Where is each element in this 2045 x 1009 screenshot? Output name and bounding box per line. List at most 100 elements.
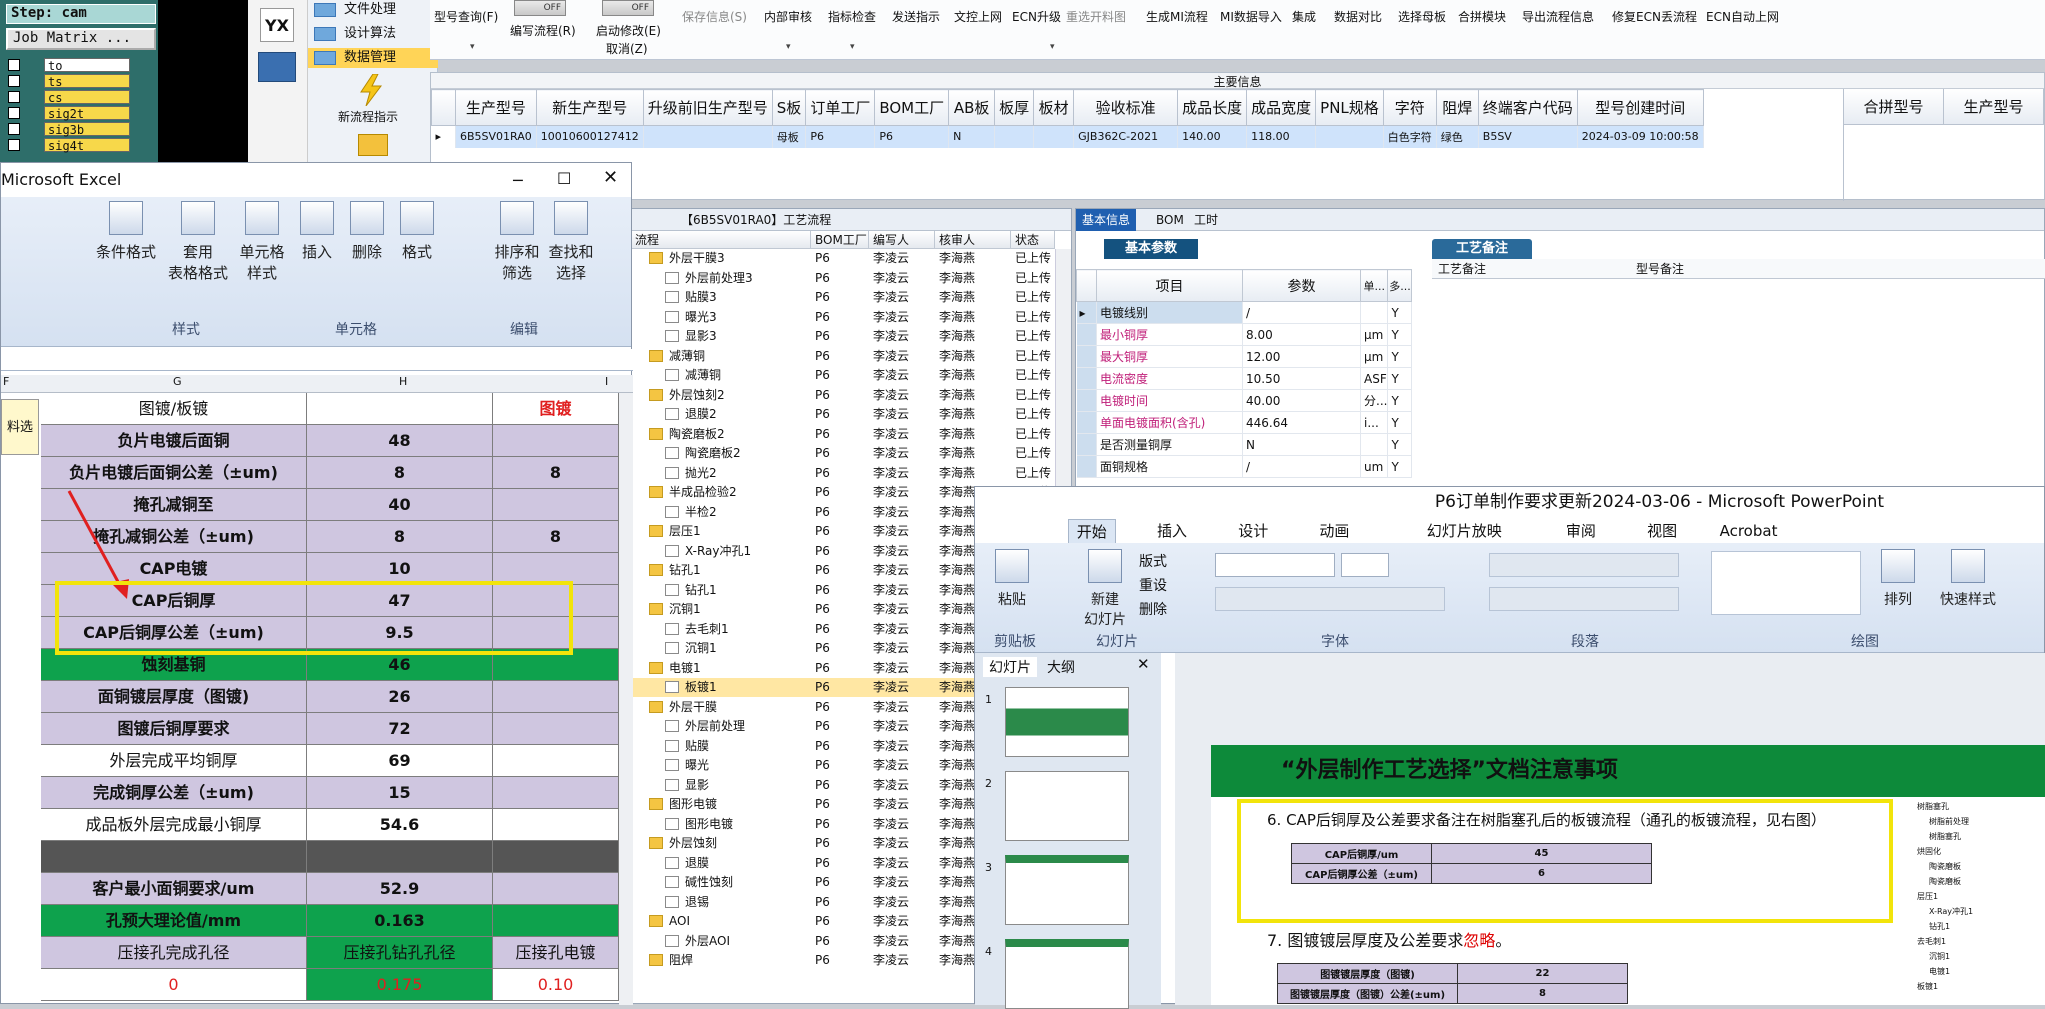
toolbar-8[interactable]: 文控上网 <box>954 8 1002 25</box>
param-row[interactable]: 最大铜厚 12.00 μm Y <box>1076 345 1413 368</box>
tree-row[interactable]: 陶瓷磨板2 P6 李凌云 李海燕 已上传 <box>631 444 1055 463</box>
slide-thumb-2[interactable] <box>1005 771 1129 841</box>
main-cell-14[interactable]: 绿色 <box>1436 125 1479 148</box>
main-col-12[interactable]: PNL规格 <box>1315 89 1384 126</box>
main-col-4[interactable]: 订单工厂 <box>805 89 876 126</box>
layer-row[interactable]: ts <box>4 74 154 89</box>
tree-row[interactable]: 退膜2 P6 李凌云 李海燕 已上传 <box>631 405 1055 424</box>
ppt-tab-6[interactable]: 视图 <box>1639 519 1685 543</box>
layer-checkbox[interactable] <box>8 75 20 87</box>
tree-row[interactable]: 抛光2 P6 李凌云 李海燕 已上传 <box>631 464 1055 483</box>
new-slide-button[interactable]: 新建 幻灯片 <box>1075 549 1135 629</box>
toolbar-10[interactable]: 重选开料图 <box>1066 8 1126 25</box>
main-col-7[interactable]: 板厚 <box>994 89 1035 126</box>
toolbar-15[interactable]: 选择母板 <box>1398 8 1446 25</box>
tree-row[interactable]: 陶瓷磨板2 P6 李凌云 李海燕 已上传 <box>631 425 1055 444</box>
col-writer[interactable]: 编写人 <box>869 231 935 249</box>
dropdown-chevron-icon[interactable]: ▾ <box>1050 42 1055 52</box>
slide-thumb-4[interactable] <box>1005 939 1129 1009</box>
toolbar-16[interactable]: 合拼模块 <box>1458 8 1506 25</box>
ppt-tab-2[interactable]: 设计 <box>1230 519 1276 543</box>
col-status[interactable]: 状态 <box>1011 231 1055 249</box>
tree-row[interactable]: 外层前处理3 P6 李凌云 李海燕 已上传 <box>631 269 1055 288</box>
layer-name[interactable]: sig3b <box>44 122 130 137</box>
quick-style-button[interactable]: 快速样式 <box>1933 549 2003 609</box>
job-matrix-button[interactable]: Job Matrix ... <box>6 28 156 50</box>
param-value[interactable]: 8.00 <box>1242 323 1361 346</box>
param-value[interactable]: 40.00 <box>1242 389 1361 412</box>
param-value[interactable]: N <box>1242 433 1361 456</box>
toolbar-12[interactable]: MI数据导入 <box>1220 8 1282 25</box>
toolbar-4[interactable]: 保存信息(S) <box>682 8 747 25</box>
delete-slide-button[interactable]: 删除 <box>1139 599 1167 619</box>
toolbar-6[interactable]: 指标检查 <box>828 8 876 25</box>
param-row[interactable]: 电流密度 10.50 ASF Y <box>1076 367 1413 390</box>
tree-row[interactable]: 外层干膜3 P6 李凌云 李海燕 已上传 <box>631 249 1055 268</box>
main-col-11[interactable]: 成品宽度 <box>1246 89 1317 126</box>
ppt-tab-1[interactable]: 插入 <box>1149 519 1195 543</box>
dropdown-chevron-icon[interactable]: ▾ <box>850 42 855 52</box>
toolbar-17[interactable]: 导出流程信息 <box>1522 8 1594 25</box>
layer-row[interactable]: cs <box>4 90 154 105</box>
param-row[interactable]: 单面电镀面积(含孔) 446.64 i... Y <box>1076 411 1413 434</box>
layer-checkbox[interactable] <box>8 139 20 151</box>
main-cell-6[interactable]: N <box>948 125 996 148</box>
main-col-16[interactable]: 型号创建时间 <box>1576 89 1704 126</box>
main-cell-5[interactable]: P6 <box>874 125 950 148</box>
list-buttons[interactable] <box>1489 553 1679 577</box>
main-col-14[interactable]: 阻焊 <box>1435 89 1479 126</box>
font-size-select[interactable] <box>1341 553 1389 577</box>
param-row[interactable]: 是否测量铜厚 N Y <box>1076 433 1413 456</box>
col-process[interactable]: 流程 <box>631 231 811 249</box>
toolbar-5[interactable]: 内部审核 <box>764 8 812 25</box>
toggle-off[interactable]: OFF <box>602 0 654 16</box>
main-cell-8[interactable] <box>1033 125 1075 148</box>
ppt-tab-4[interactable]: 幻灯片放映 <box>1419 519 1510 543</box>
ppt-tab-5[interactable]: 审阅 <box>1558 519 1604 543</box>
ppt-tab-0[interactable]: 开始 <box>1067 519 1116 543</box>
tree-row[interactable]: 贴膜3 P6 李凌云 李海燕 已上传 <box>631 288 1055 307</box>
ppt-tab-3[interactable]: 动画 <box>1311 519 1357 543</box>
toolbar-13[interactable]: 集成 <box>1292 8 1316 25</box>
ppt-tab-7[interactable]: Acrobat <box>1712 519 1786 543</box>
new-process-link[interactable]: 新流程指示 <box>338 108 398 125</box>
lightning-icon[interactable] <box>358 73 384 107</box>
main-col-13[interactable]: 字符 <box>1382 89 1437 126</box>
slide-thumb-1[interactable] <box>1005 687 1129 757</box>
main-col-15[interactable]: 终端客户代码 <box>1477 89 1578 126</box>
close-panel-icon[interactable]: ✕ <box>1137 655 1150 673</box>
param-value[interactable]: / <box>1242 455 1361 478</box>
layout-button[interactable]: 版式 <box>1139 551 1167 571</box>
main-col-8[interactable]: 板材 <box>1033 89 1075 126</box>
toolbar-2[interactable]: 启动修改(E) <box>596 22 661 39</box>
layer-checkbox[interactable] <box>8 107 20 119</box>
menu-file[interactable]: 文件处理 <box>308 0 438 20</box>
layer-row[interactable]: to <box>4 58 154 73</box>
toolbar-7[interactable]: 发送指示 <box>892 8 940 25</box>
main-col-3[interactable]: S板 <box>771 89 807 126</box>
param-value[interactable]: 10.50 <box>1242 367 1361 390</box>
main-cell-0[interactable]: 6B5SV01RA0 <box>455 125 537 148</box>
tree-row[interactable]: 减薄铜 P6 李凌云 李海燕 已上传 <box>631 366 1055 385</box>
tab-bom[interactable]: BOM <box>1150 209 1190 231</box>
param-row[interactable]: ▸ 电镀线别 / Y <box>1076 301 1413 324</box>
param-value[interactable]: 12.00 <box>1242 345 1361 368</box>
tree-row[interactable]: 减薄铜 P6 李凌云 李海燕 已上传 <box>631 347 1055 366</box>
layer-checkbox[interactable] <box>8 59 20 71</box>
layer-checkbox[interactable] <box>8 123 20 135</box>
param-row[interactable]: 最小铜厚 8.00 μm Y <box>1076 323 1413 346</box>
layer-row[interactable]: sig3b <box>4 122 154 137</box>
col-item[interactable]: 项目 <box>1096 269 1243 302</box>
main-cell-10[interactable]: 140.00 <box>1177 125 1248 148</box>
main-cell-15[interactable]: B5SV <box>1478 125 1578 148</box>
arrange-button[interactable]: 排列 <box>1873 549 1923 609</box>
reset-button[interactable]: 重设 <box>1139 575 1167 595</box>
col-multi[interactable]: 多... <box>1387 269 1413 302</box>
tree-row[interactable]: 外层蚀刻2 P6 李凌云 李海燕 已上传 <box>631 386 1055 405</box>
tab-basic[interactable]: 基本信息 <box>1076 209 1137 231</box>
shapes-gallery[interactable] <box>1711 551 1861 615</box>
toolbar-1[interactable]: 编写流程(R) <box>510 22 576 39</box>
main-cell-4[interactable]: P6 <box>805 125 876 148</box>
tab-outline[interactable]: 大纲 <box>1047 657 1075 677</box>
toolbar-11[interactable]: 生成MI流程 <box>1146 8 1208 25</box>
